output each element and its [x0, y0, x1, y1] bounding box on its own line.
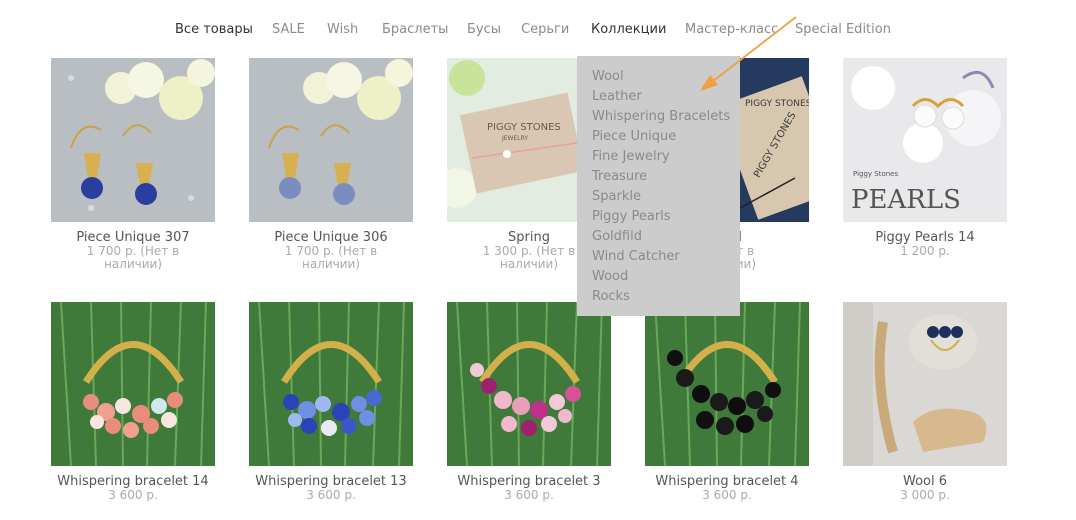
- dropdown-item-goldfild[interactable]: Goldfild: [577, 227, 740, 247]
- nav-beads[interactable]: Бусы: [467, 20, 501, 40]
- dropdown-item-fine-jewelry[interactable]: Fine Jewelry: [577, 147, 740, 167]
- product-price: 3 000 р.: [900, 488, 950, 502]
- product-image[interactable]: Piggy Stones PEARLS: [843, 58, 1007, 222]
- product-card[interactable]: Whispering bracelet 13 3 600 р.: [249, 302, 413, 502]
- nav-earrings[interactable]: Серьги: [521, 20, 569, 40]
- product-price: 3 600 р.: [306, 488, 356, 502]
- product-title[interactable]: Piece Unique 306: [249, 231, 413, 245]
- product-availability: наличии): [301, 257, 361, 271]
- product-card[interactable]: Whispering bracelet 3 3 600 р.: [447, 302, 611, 502]
- product-card[interactable]: Piece Unique 307 1 700 р. (Нет в наличии…: [51, 58, 215, 271]
- product-image[interactable]: [249, 302, 413, 466]
- dropdown-item-rocks[interactable]: Rocks: [577, 287, 740, 307]
- dropdown-item-whispering-bracelets[interactable]: Whispering Bracelets: [577, 107, 740, 127]
- dropdown-item-wood[interactable]: Wood: [577, 267, 740, 287]
- nav-wish[interactable]: Wish: [327, 20, 358, 40]
- product-title[interactable]: Piggy Pearls 14: [843, 231, 1007, 245]
- product-title[interactable]: Wool 6: [843, 475, 1007, 489]
- dropdown-item-treasure[interactable]: Treasure: [577, 167, 740, 187]
- dropdown-item-wind-catcher[interactable]: Wind Catcher: [577, 247, 740, 267]
- product-image[interactable]: [645, 302, 809, 466]
- product-image[interactable]: [447, 302, 611, 466]
- product-card[interactable]: Piggy Stones PEARLS Piggy Pearls 14 1 20…: [843, 58, 1007, 258]
- product-price: 1 200 р.: [900, 244, 950, 258]
- dropdown-item-sparkle[interactable]: Sparkle: [577, 187, 740, 207]
- product-image[interactable]: [51, 58, 215, 222]
- product-card[interactable]: Whispering bracelet 4 3 600 р.: [645, 302, 809, 502]
- product-title[interactable]: Piece Unique 307: [51, 231, 215, 245]
- svg-text:JEWELRY: JEWELRY: [501, 135, 528, 142]
- product-card[interactable]: Whispering bracelet 14 3 600 р.: [51, 302, 215, 502]
- dropdown-item-piggy-pearls[interactable]: Piggy Pearls: [577, 207, 740, 227]
- product-price: 3 600 р.: [702, 488, 752, 502]
- nav-bracelets[interactable]: Браслеты: [382, 20, 448, 40]
- collections-dropdown-menu: Wool Leather Whispering Bracelets Piece …: [577, 56, 740, 316]
- product-availability: наличии): [103, 257, 163, 271]
- nav-sale[interactable]: SALE: [272, 20, 305, 40]
- product-title[interactable]: Whispering bracelet 14: [51, 475, 215, 489]
- nav-all-products[interactable]: Все товары: [175, 20, 253, 40]
- top-navigation: Все товары SALE Wish Браслеты Бусы Серьг…: [0, 20, 1076, 42]
- product-card[interactable]: Piece Unique 306 1 700 р. (Нет в наличии…: [249, 58, 413, 271]
- product-price: 3 600 р.: [108, 488, 158, 502]
- product-image[interactable]: [51, 302, 215, 466]
- svg-text:PIGGY STONES: PIGGY STONES: [745, 99, 809, 109]
- dropdown-item-piece-unique[interactable]: Piece Unique: [577, 127, 740, 147]
- svg-text:Piggy Stones: Piggy Stones: [853, 170, 898, 178]
- product-title[interactable]: Whispering bracelet 3: [447, 475, 611, 489]
- product-image[interactable]: [249, 58, 413, 222]
- product-price: 3 600 р.: [504, 488, 554, 502]
- product-card[interactable]: Wool 6 3 000 р.: [843, 302, 1007, 502]
- annotation-arrow-icon: [700, 16, 797, 91]
- svg-text:PIGGY STONES: PIGGY STONES: [487, 122, 561, 133]
- product-title[interactable]: Whispering bracelet 4: [645, 475, 809, 489]
- product-title[interactable]: Whispering bracelet 13: [249, 475, 413, 489]
- nav-collections[interactable]: Коллекции: [591, 20, 666, 40]
- svg-text:PEARLS: PEARLS: [851, 185, 961, 215]
- product-image[interactable]: [843, 302, 1007, 466]
